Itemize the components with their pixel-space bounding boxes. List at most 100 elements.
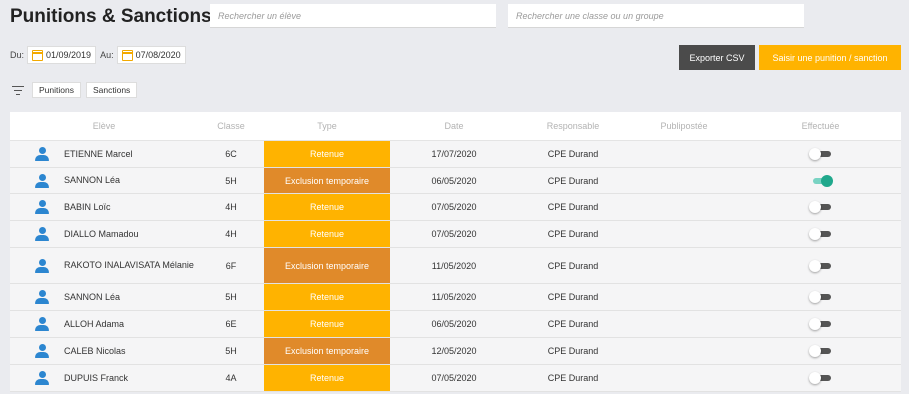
effectuee-toggle[interactable] — [808, 228, 833, 240]
column-header-date[interactable]: Date — [390, 121, 518, 131]
effectuee-toggle[interactable] — [808, 345, 833, 357]
table-row[interactable]: CALEB Nicolas 5H Exclusion temporaire 12/05… — [10, 338, 901, 365]
cell-responsable: CPE Durand — [547, 175, 599, 186]
cell-classe: 6E — [225, 319, 237, 329]
user-avatar-icon — [35, 147, 49, 161]
cell-classe: 5H — [225, 175, 237, 186]
cell-date: 06/05/2020 — [431, 175, 477, 186]
effectuee-toggle[interactable] — [809, 174, 833, 187]
student-name: DIALLO Mamadou — [64, 228, 139, 239]
cell-effectuee — [740, 228, 901, 240]
toggle-knob — [808, 318, 821, 330]
effectuee-toggle[interactable] — [808, 201, 833, 213]
table-row[interactable]: SANNON Léa 5H Exclusion temporaire 06/05/20… — [10, 168, 901, 194]
search-class-input[interactable] — [508, 4, 804, 28]
type-badge: Exclusion temporaire — [264, 248, 390, 283]
date-range: Du: 01/09/2019 Au: 07/08/2020 — [10, 46, 190, 64]
from-date-picker[interactable]: 01/09/2019 — [27, 46, 97, 64]
cell-responsable: CPE Durand — [547, 149, 599, 159]
toggle-knob — [808, 201, 821, 213]
calendar-icon — [121, 49, 133, 61]
cell-classe: 6F — [225, 260, 237, 271]
type-badge: Retenue — [264, 141, 390, 167]
table-row[interactable]: RAKOTO INALAVISATA Mélanie 6F Exclusion te… — [10, 248, 901, 284]
user-avatar-icon — [35, 290, 49, 304]
toggle-knob — [808, 345, 821, 357]
cell-effectuee — [740, 201, 901, 213]
filter-icon[interactable] — [12, 85, 24, 95]
filter-tag-punitions[interactable]: Punitions — [32, 82, 81, 98]
type-badge: Retenue — [264, 284, 390, 310]
user-avatar-icon — [35, 173, 49, 188]
table-row[interactable]: ALLOH Adama 6E Retenue 06/05/2020 CPE Durand — [10, 311, 901, 338]
cell-classe: 4H — [225, 229, 237, 239]
student-name: SANNON Léa — [64, 175, 121, 185]
cell-eleve: SANNON Léa — [10, 290, 198, 304]
student-name: SANNON Léa — [64, 291, 121, 302]
cell-date: 11/05/2020 — [431, 260, 477, 271]
table-row[interactable]: BABIN Loïc 4H Retenue 07/05/2020 CPE Durand — [10, 194, 901, 221]
export-csv-button[interactable]: Exporter CSV — [679, 45, 755, 70]
toggle-knob — [808, 259, 821, 272]
column-header-responsable[interactable]: Responsable — [518, 121, 628, 131]
column-header-effectuee[interactable]: Effectuée — [740, 121, 901, 131]
cell-eleve: BABIN Loïc — [10, 200, 198, 214]
cell-classe: 4A — [225, 373, 237, 383]
user-avatar-icon — [35, 317, 49, 331]
to-label: Au: — [100, 50, 114, 60]
filter-bar: Punitions Sanctions — [12, 82, 142, 98]
to-date-picker[interactable]: 07/08/2020 — [116, 46, 186, 64]
table-header: Elève Classe Type Date Responsable Publi… — [10, 112, 901, 141]
from-date-value: 01/09/2019 — [46, 50, 92, 60]
effectuee-toggle[interactable] — [808, 291, 833, 303]
cell-eleve: SANNON Léa — [10, 173, 198, 188]
cell-effectuee — [740, 291, 901, 303]
user-avatar-icon — [35, 227, 49, 241]
cell-eleve: DUPUIS Franck — [10, 371, 198, 385]
table-row[interactable]: SANNON Léa 5H Retenue 11/05/2020 CPE Durand — [10, 284, 901, 311]
user-avatar-icon — [35, 344, 49, 358]
toggle-knob — [808, 228, 821, 240]
toggle-knob — [820, 174, 833, 187]
cell-effectuee — [740, 148, 901, 160]
column-header-publipostee[interactable]: Publipostée — [628, 121, 740, 131]
column-header-classe[interactable]: Classe — [198, 121, 264, 131]
cell-eleve: DIALLO Mamadou — [10, 227, 198, 241]
page-title: Punitions & Sanctions — [10, 6, 212, 27]
column-header-eleve[interactable]: Elève — [10, 121, 198, 131]
calendar-icon — [32, 49, 44, 61]
toggle-knob — [808, 148, 821, 160]
cell-responsable: CPE Durand — [547, 260, 599, 271]
effectuee-toggle[interactable] — [808, 259, 833, 272]
cell-date: 07/05/2020 — [431, 202, 477, 212]
student-name: CALEB Nicolas — [64, 345, 126, 356]
student-name: BABIN Loïc — [64, 201, 111, 212]
student-name: RAKOTO INALAVISATA Mélanie — [64, 260, 194, 270]
student-name: ETIENNE Marcel — [64, 148, 133, 159]
table-row[interactable]: ETIENNE Marcel 6C Retenue 17/07/2020 CPE Dur… — [10, 141, 901, 168]
type-badge: Retenue — [264, 221, 390, 247]
cell-eleve: ETIENNE Marcel — [10, 147, 198, 161]
toggle-knob — [808, 372, 821, 384]
student-name: ALLOH Adama — [64, 318, 125, 329]
cell-classe: 5H — [225, 292, 237, 302]
effectuee-toggle[interactable] — [808, 148, 833, 160]
add-sanction-button[interactable]: Saisir une punition / sanction — [759, 45, 901, 70]
effectuee-toggle[interactable] — [808, 372, 833, 384]
type-badge: Retenue — [264, 365, 390, 391]
cell-eleve: ALLOH Adama — [10, 317, 198, 331]
table-row[interactable]: DUPUIS Franck 4A Retenue 07/05/2020 CPE Dura… — [10, 365, 901, 392]
to-date-value: 07/08/2020 — [135, 50, 181, 60]
cell-classe: 4H — [225, 202, 237, 212]
search-student-input[interactable] — [210, 4, 496, 28]
column-header-type[interactable]: Type — [264, 112, 390, 140]
cell-eleve: CALEB Nicolas — [10, 344, 198, 358]
cell-classe: 6C — [225, 149, 237, 159]
table-body: ETIENNE Marcel 6C Retenue 17/07/2020 CPE Dur… — [10, 141, 901, 392]
table-row[interactable]: DIALLO Mamadou 4H Retenue 07/05/2020 CPE Dur… — [10, 221, 901, 248]
filter-tag-sanctions[interactable]: Sanctions — [85, 82, 138, 98]
cell-classe: 5H — [225, 346, 237, 356]
cell-responsable: CPE Durand — [547, 319, 599, 329]
effectuee-toggle[interactable] — [808, 318, 833, 330]
type-badge: Exclusion temporaire — [264, 168, 390, 193]
